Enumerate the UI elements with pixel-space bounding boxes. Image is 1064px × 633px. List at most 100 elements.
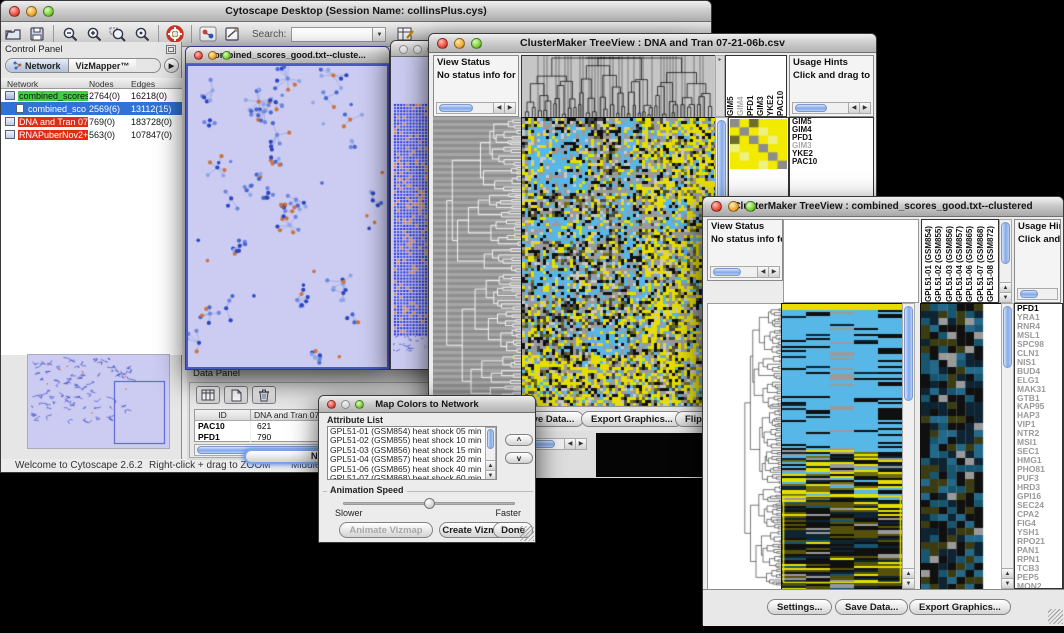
array-column-label[interactable]: GPL51-03 (GSM856) (945, 220, 955, 302)
zoom-selected-icon[interactable] (106, 24, 130, 44)
tab-overflow-arrow-icon[interactable]: ▶ (164, 58, 179, 73)
close-icon[interactable] (9, 6, 20, 17)
global-heatmap-canvas[interactable] (781, 303, 903, 591)
scroll-down-icon[interactable]: ▼ (903, 578, 914, 588)
gene-label[interactable]: PAN1 (1015, 546, 1062, 555)
global-vscrollbar[interactable]: ▲ ▼ (902, 303, 915, 589)
highlight-nodes-icon[interactable] (196, 24, 220, 44)
search-dropdown-icon[interactable]: ▼ (373, 27, 386, 42)
minimize-icon[interactable] (341, 400, 350, 409)
network-list-row[interactable]: combined_sco 2569(6) 13112(15) (1, 102, 182, 115)
global-view-strip[interactable] (596, 433, 714, 477)
move-down-button[interactable]: v (505, 452, 533, 464)
gene-label[interactable]: MAK31 (1015, 385, 1062, 394)
array-column-label[interactable]: GPL51-08 (GSM872) (986, 220, 996, 302)
gene-label[interactable]: GTB1 (1015, 394, 1062, 403)
gene-label[interactable]: CLN1 (1015, 349, 1062, 358)
scroll-left-icon[interactable]: ◀ (848, 103, 859, 113)
scroll-thumb[interactable] (439, 104, 473, 112)
gene-label[interactable]: PUF3 (1015, 474, 1062, 483)
view-status-hscrollbar[interactable]: ◀ ▶ (436, 102, 516, 114)
resize-grip[interactable] (1048, 609, 1063, 624)
column-dendrogram-canvas[interactable] (521, 55, 716, 119)
gene-label[interactable]: PFD1 (1015, 304, 1062, 313)
new-document-icon[interactable] (224, 386, 248, 404)
gene-dendrogram-canvas[interactable] (433, 117, 521, 406)
attribute-item[interactable]: GPL51-07 (GSM868) heat shock 60 min (328, 474, 496, 480)
splitter-strip[interactable]: ▸ (715, 55, 725, 117)
matrix-column-label[interactable]: PFD1 (746, 56, 756, 116)
matrix-column-label[interactable]: PAC10 (776, 56, 786, 116)
matrix-row-label[interactable]: GIM3 (790, 142, 873, 150)
scroll-right-icon[interactable]: ▶ (575, 439, 586, 449)
zoom-in-icon[interactable] (82, 24, 106, 44)
dna-network-canvas[interactable] (393, 103, 433, 353)
scroll-right-icon[interactable]: ▶ (859, 103, 870, 113)
gene-label[interactable]: YRA1 (1015, 313, 1062, 322)
zoom-heatmap-canvas[interactable] (920, 303, 1002, 591)
minimize-icon[interactable] (728, 201, 739, 212)
close-icon[interactable] (194, 51, 203, 60)
gene-label[interactable]: HRD3 (1015, 483, 1062, 492)
zoom-window-icon[interactable] (745, 201, 756, 212)
gene-label[interactable]: RNR4 (1015, 322, 1062, 331)
gene-label[interactable]: RPO21 (1015, 537, 1062, 546)
zoom-fit-icon[interactable] (130, 24, 154, 44)
network-overview-canvas[interactable] (28, 355, 169, 448)
zoom-window-icon[interactable] (355, 400, 364, 409)
scroll-down-icon[interactable]: ▼ (1000, 292, 1011, 302)
network-view-titlebar[interactable]: combined_scores_good.txt--cluste... (186, 47, 389, 64)
gene-label[interactable]: PEP5 (1015, 573, 1062, 582)
gene-label[interactable]: NIS1 (1015, 358, 1062, 367)
zoom-matrix-canvas[interactable] (730, 119, 787, 169)
scroll-down-icon[interactable]: ▼ (1002, 578, 1013, 588)
matrix-row-label[interactable]: PFD1 (790, 134, 873, 142)
gene-label[interactable]: GPI16 (1015, 492, 1062, 501)
network-list-row[interactable]: DNA and Tran 07 769(0) 183728(0) (1, 115, 182, 128)
scroll-left-icon[interactable]: ◀ (757, 267, 768, 277)
help-lifering-icon[interactable] (163, 24, 187, 44)
usage-hints-hscrollbar[interactable] (1017, 288, 1058, 300)
gene-label[interactable]: BUD4 (1015, 367, 1062, 376)
scroll-right-icon[interactable]: ▶ (768, 267, 779, 277)
close-icon[interactable] (437, 38, 448, 49)
scroll-thumb[interactable] (487, 429, 494, 449)
network-list-row[interactable]: RNAPuberNov2+ 563(0) 107847(0) (1, 128, 182, 141)
gene-label[interactable]: MSI1 (1015, 438, 1062, 447)
scroll-down-icon[interactable]: ▼ (486, 470, 495, 480)
gene-label[interactable]: MSL1 (1015, 331, 1062, 340)
save-data-button[interactable]: Save Data... (835, 599, 908, 615)
move-up-button[interactable]: ^ (505, 434, 533, 446)
gene-label[interactable]: TCB3 (1015, 564, 1062, 573)
settings-button[interactable]: Settings... (767, 599, 832, 615)
scroll-right-icon[interactable]: ▶ (504, 103, 515, 113)
usage-hints-hscrollbar[interactable]: ◀ ▶ (792, 102, 871, 114)
gene-label[interactable]: ELG1 (1015, 376, 1062, 385)
close-icon[interactable] (399, 45, 408, 54)
resize-grip[interactable] (519, 526, 534, 541)
annotation-icon[interactable] (220, 24, 244, 44)
network-list-row[interactable]: combined_scores 2764(0) 16218(0) (1, 89, 182, 102)
slider-thumb[interactable] (424, 498, 435, 509)
matrix-row-label[interactable]: PAC10 (790, 158, 873, 166)
attribute-vscrollbar[interactable]: ▲ ▼ (485, 427, 496, 480)
array-column-label[interactable]: GPL51-07 (GSM868) (976, 220, 986, 302)
treeview-dna-titlebar[interactable]: ClusterMaker TreeView : DNA and Tran 07-… (429, 34, 876, 53)
scroll-thumb[interactable] (1003, 306, 1012, 368)
gene-label[interactable]: MON2 (1015, 582, 1062, 589)
scroll-thumb[interactable] (713, 268, 741, 276)
scroll-thumb[interactable] (1020, 290, 1038, 298)
gene-dendrogram-canvas[interactable] (707, 303, 783, 591)
labels-vscrollbar[interactable]: ▲ ▼ (999, 219, 1012, 303)
global-hscrollbar[interactable]: ◀ ▶ (529, 438, 587, 450)
scroll-left-icon[interactable]: ◀ (493, 103, 504, 113)
scroll-thumb[interactable] (904, 306, 913, 401)
main-heatmap-canvas[interactable] (521, 117, 716, 408)
matrix-column-label[interactable]: YKE2 (766, 56, 776, 116)
tab-vizmapper[interactable]: VizMapper™ (69, 59, 137, 72)
tab-network[interactable]: Network (6, 59, 69, 72)
matrix-column-label[interactable]: GIM4 (736, 56, 746, 116)
matrix-column-label[interactable]: GIM5 (726, 56, 736, 116)
scroll-up-icon[interactable]: ▲ (1002, 568, 1013, 578)
scroll-left-icon[interactable]: ◀ (564, 439, 575, 449)
